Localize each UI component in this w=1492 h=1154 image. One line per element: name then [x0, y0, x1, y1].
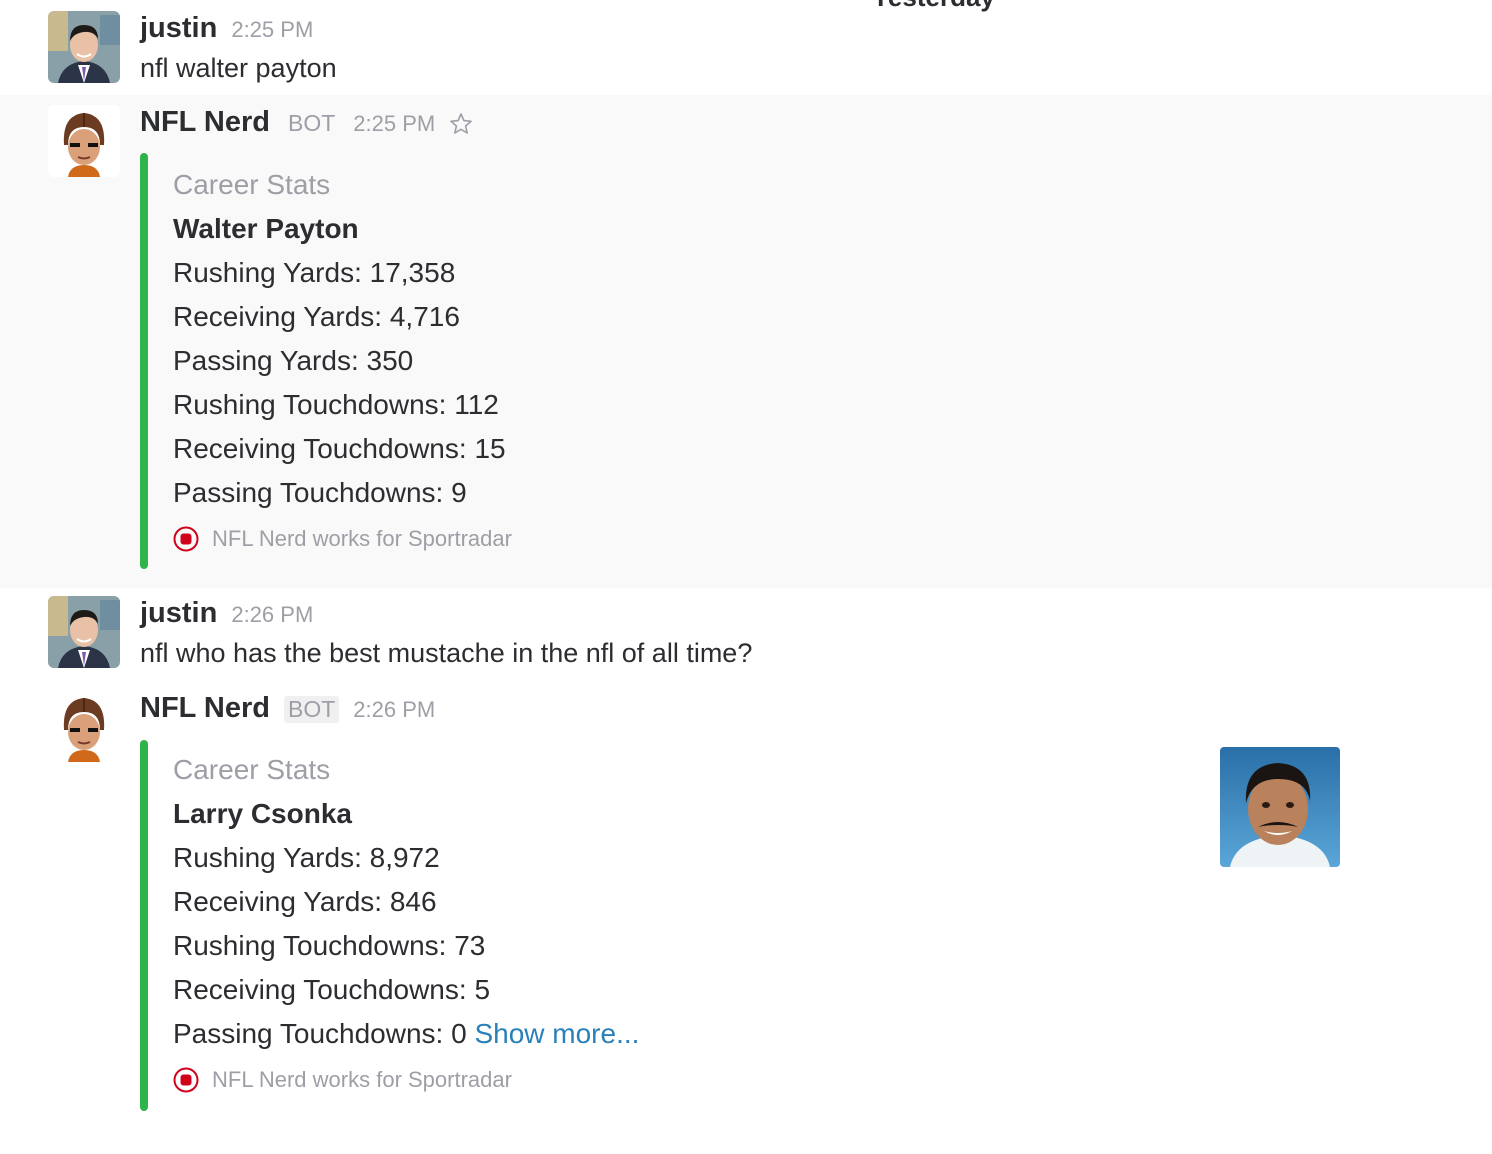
stat-field: Passing Yards: 350	[173, 345, 414, 376]
attachment-title: Larry Csonka	[173, 798, 352, 829]
message-nfl-nerd-1: NFL Nerd BOT 2:25 PM Career Stats Walter…	[0, 95, 1492, 588]
stat-field: Receiving Yards: 846	[173, 886, 437, 917]
stat-field: Receiving Touchdowns: 5	[173, 974, 491, 1005]
message-timestamp[interactable]: 2:25 PM	[231, 17, 313, 43]
sender-name[interactable]: justin	[140, 597, 217, 630]
attachment-pretext: Career Stats	[173, 754, 331, 785]
stat-field: Passing Touchdowns: 9	[173, 477, 467, 508]
bot-badge: BOT	[287, 110, 336, 136]
stat-field: Rushing Yards: 17,358	[173, 257, 456, 288]
stat-field: Receiving Yards: 4,716	[173, 301, 460, 332]
stat-field: Rushing Yards: 8,972	[173, 842, 440, 873]
message-timestamp[interactable]: 2:26 PM	[231, 602, 313, 628]
footer-text: NFL Nerd works for Sportradar	[212, 526, 512, 551]
sportradar-logo-icon	[173, 1067, 199, 1093]
message-pane: Yesterday justin 2:25 PM nfl walter payt…	[0, 0, 1492, 1154]
sender-name[interactable]: justin	[140, 12, 217, 45]
attachment-card: Career Stats Larry Csonka Rushing Yards:…	[140, 740, 1360, 1111]
sportradar-logo-icon	[173, 526, 199, 552]
message-timestamp[interactable]: 2:25 PM	[353, 111, 435, 137]
bot-badge: BOT	[283, 696, 340, 723]
stat-field: Passing Touchdowns: 0	[173, 1018, 467, 1049]
attachment-title: Walter Payton	[173, 213, 359, 244]
bot-helmet-avatar-icon[interactable]	[48, 690, 120, 762]
sender-name[interactable]: NFL Nerd	[140, 106, 270, 139]
stat-field: Receiving Touchdowns: 15	[173, 433, 506, 464]
sender-name[interactable]: NFL Nerd	[140, 692, 270, 725]
message-text: nfl who has the best mustache in the nfl…	[140, 638, 753, 668]
footer-text: NFL Nerd works for Sportradar	[212, 1067, 512, 1092]
show-more-link[interactable]: Show more...	[474, 1018, 639, 1049]
attachment-color-bar	[140, 153, 148, 569]
attachment-pretext: Career Stats	[173, 169, 331, 200]
message-nfl-nerd-2: NFL Nerd BOT 2:26 PM Career Stats Larry …	[0, 683, 1492, 1154]
message-text: nfl walter payton	[140, 53, 337, 83]
stat-field: Rushing Touchdowns: 73	[173, 930, 486, 961]
attachment-color-bar	[140, 740, 148, 1111]
message-timestamp[interactable]: 2:26 PM	[353, 697, 435, 723]
user-avatar-icon[interactable]	[48, 11, 120, 83]
stat-field-last: Passing Touchdowns: 0 Show more...	[173, 1012, 639, 1056]
attachment-footer: NFL Nerd works for Sportradar	[173, 519, 512, 559]
attachment-card: Career Stats Walter Payton Rushing Yards…	[140, 153, 1360, 569]
attachment-footer: NFL Nerd works for Sportradar	[173, 1060, 639, 1100]
user-avatar-icon[interactable]	[48, 596, 120, 668]
player-photo-thumbnail[interactable]	[1220, 747, 1340, 867]
message-justin-2: justin 2:26 PM nfl who has the best must…	[0, 588, 1492, 683]
bot-helmet-avatar-icon[interactable]	[48, 105, 120, 177]
star-icon[interactable]	[449, 112, 473, 136]
message-justin-1: justin 2:25 PM nfl walter payton	[0, 0, 1492, 95]
stat-field: Rushing Touchdowns: 112	[173, 389, 499, 420]
